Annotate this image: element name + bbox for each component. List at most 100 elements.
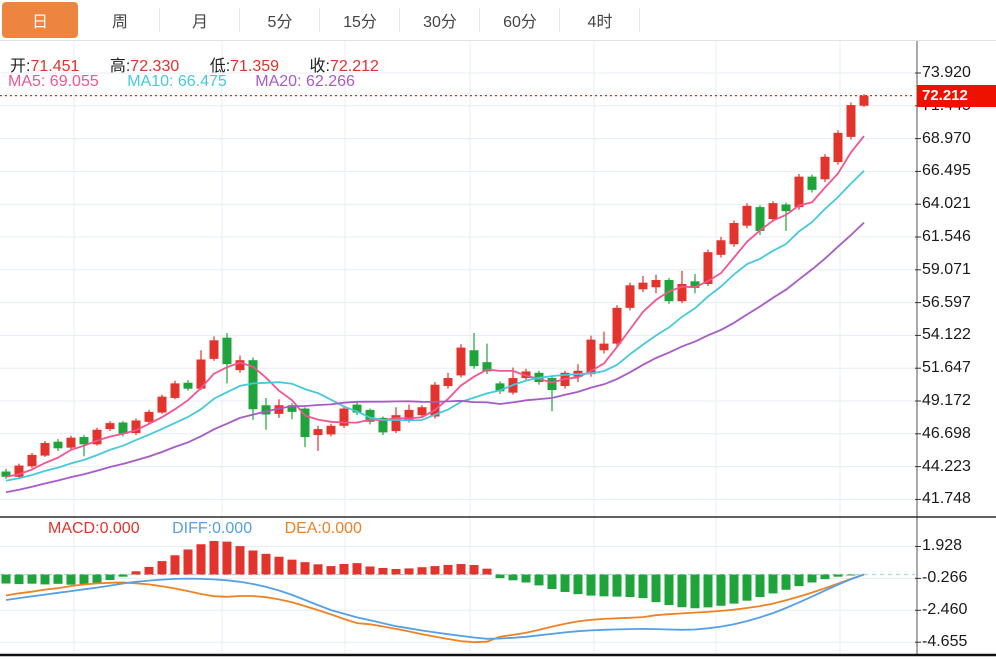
macd-bar (469, 565, 479, 575)
macd-bar (53, 574, 63, 584)
tab-month[interactable]: 月 (160, 0, 240, 40)
macd-bar (495, 574, 505, 579)
macd-bar (820, 574, 830, 580)
macd-bar (235, 546, 245, 575)
macd-bar (118, 574, 128, 577)
price-pane (0, 94, 915, 494)
macd-bar (40, 574, 50, 585)
macd-bar (14, 574, 24, 585)
diff-label: DIFF: (172, 520, 213, 537)
tab-day[interactable]: 日 (2, 2, 78, 38)
ma20-label: MA20: (255, 73, 302, 90)
macd-bar (105, 574, 115, 581)
macd-bar (261, 553, 271, 575)
candle (547, 378, 557, 391)
ma10-value: 66.475 (177, 73, 227, 90)
candle (53, 441, 63, 449)
macd-bar (703, 574, 713, 608)
candlestick-chart[interactable] (0, 0, 996, 660)
macd-bar (378, 567, 388, 575)
candle (144, 411, 154, 422)
dea-label: DEA: (284, 520, 322, 537)
macd-bar (846, 574, 856, 576)
price-axis-label: 61.546 (922, 228, 971, 245)
macd-bar (274, 556, 284, 575)
candle (599, 343, 609, 351)
macd-bar (729, 574, 739, 604)
macd-bar (326, 566, 336, 575)
candle (833, 132, 843, 163)
candle (651, 280, 661, 288)
candle (313, 429, 323, 436)
candle (716, 240, 726, 255)
candle (794, 176, 804, 208)
candle (781, 204, 791, 212)
timeframe-tabbar: 日周月 5分 15分 30分 60分 4时 (0, 0, 996, 41)
candle (625, 285, 635, 308)
macd-axis-label: -2.460 (922, 601, 968, 619)
macd-bar (833, 574, 843, 577)
macd-value: 0.000 (99, 520, 140, 537)
candle (417, 407, 427, 416)
tab-4hour[interactable]: 4时 (560, 0, 640, 40)
macd-bar (716, 574, 726, 606)
candle (742, 205, 752, 226)
ma20-value: 62.266 (305, 73, 355, 90)
candle (183, 382, 193, 389)
price-axis-label: 59.071 (922, 260, 971, 278)
candle (456, 347, 466, 376)
macd-bar (248, 550, 258, 575)
macd-axis-label: -4.655 (922, 633, 968, 651)
price-axis-label: 46.698 (922, 424, 971, 442)
macd-bar (209, 541, 219, 575)
macd-bar (92, 574, 102, 583)
macd-axis-label: 1.928 (922, 537, 963, 555)
candle (443, 378, 453, 387)
dea-value: 0.000 (321, 520, 362, 537)
candle (170, 383, 180, 398)
macd-bar (287, 559, 297, 575)
candle (222, 337, 232, 365)
candle (612, 307, 622, 344)
candle (209, 340, 219, 359)
ma5-value: 69.055 (49, 73, 99, 90)
macd-bar (794, 574, 804, 587)
candle (40, 443, 50, 456)
price-axis-label: 64.021 (922, 195, 971, 213)
tab-30min[interactable]: 30分 (400, 0, 480, 40)
candle (859, 95, 869, 106)
tab-15min[interactable]: 15分 (320, 0, 400, 40)
ma5-label: MA5: (8, 73, 46, 90)
macd-bar (27, 574, 37, 584)
macd-bar (521, 574, 531, 583)
candle (79, 437, 89, 445)
candle (807, 176, 817, 190)
candle (326, 425, 336, 435)
macd-bar (196, 544, 206, 575)
macd-bar (742, 574, 752, 601)
macd-bar (170, 555, 180, 575)
candle (157, 396, 167, 413)
macd-bar (300, 562, 310, 575)
price-axis-label: 44.223 (922, 457, 971, 475)
macd-pane (0, 541, 915, 644)
macd-bar (430, 566, 440, 575)
tab-5min[interactable]: 5分 (240, 0, 320, 40)
macd-bar (365, 566, 375, 575)
price-axis-label: 49.172 (922, 392, 971, 409)
macd-bar (651, 574, 661, 603)
tab-60min[interactable]: 60分 (480, 0, 560, 40)
macd-bar (677, 574, 687, 608)
macd-bar (768, 574, 778, 594)
candle (846, 105, 856, 137)
macd-bar (625, 574, 635, 598)
price-axis-label: 41.748 (922, 490, 971, 508)
trading-chart-app: 日周月 5分 15分 30分 60分 4时 开:71.451 高:72.330 低:71.… (0, 0, 996, 660)
macd-bar (222, 541, 232, 575)
macd-bar (131, 571, 141, 575)
tab-week[interactable]: 周 (80, 0, 160, 40)
macd-bar (586, 574, 596, 596)
ma-readout: MA5: 69.055 MA10: 66.475 MA20: 62.266 (8, 73, 379, 91)
price-axis-label: 56.597 (922, 293, 971, 311)
macd-bar (573, 574, 583, 595)
